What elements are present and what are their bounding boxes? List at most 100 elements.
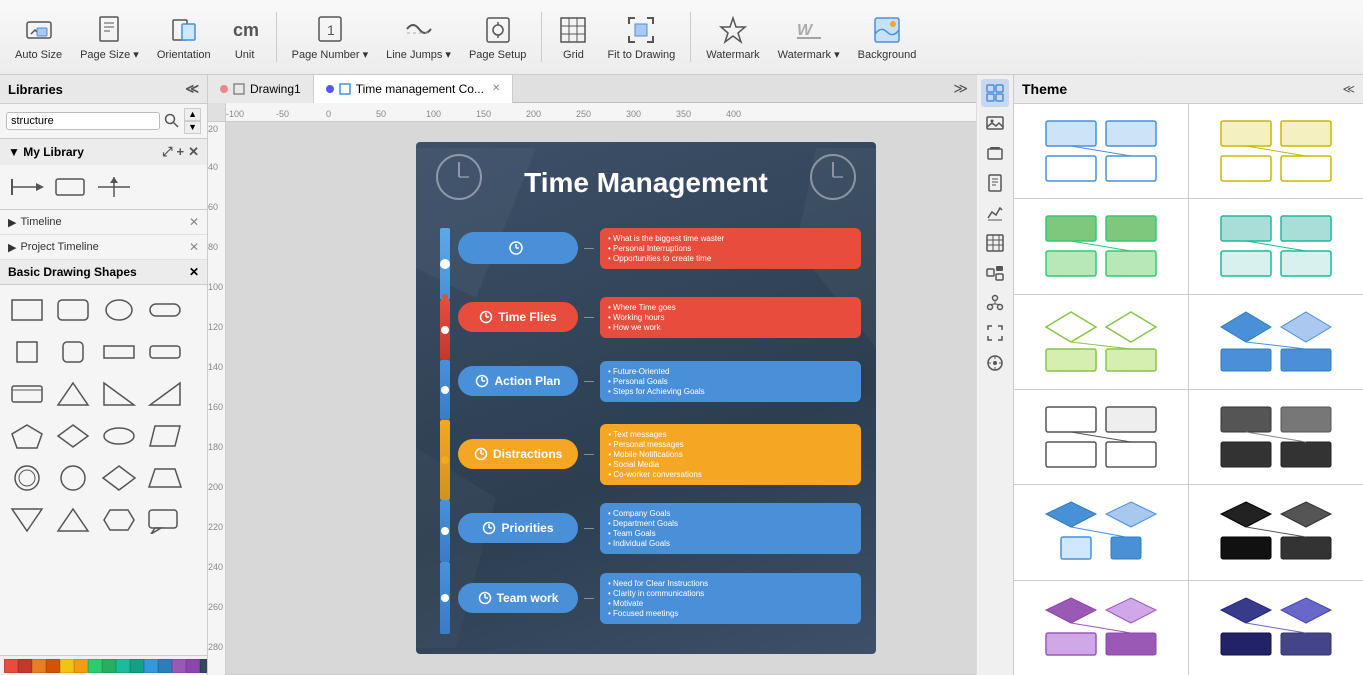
theme-8[interactable] — [1189, 390, 1363, 484]
shape-rectangle[interactable] — [6, 291, 48, 329]
diagram-row-4[interactable]: Distractions • Text messages • Personal … — [458, 416, 861, 492]
orientation-button[interactable]: Orientation — [150, 5, 218, 69]
shape-banner[interactable] — [6, 375, 48, 413]
my-library-close-button[interactable]: ✕ — [188, 144, 199, 160]
layers-panel-icon[interactable] — [981, 139, 1009, 167]
diagram-row-6[interactable]: Team work • Need for Clear Instructions … — [458, 564, 861, 632]
tab-expand-button[interactable]: ≫ — [945, 80, 976, 97]
unit-button[interactable]: cm Unit — [222, 5, 268, 69]
table-panel-icon[interactable] — [981, 229, 1009, 257]
timeline-close-button[interactable]: ✕ — [189, 215, 199, 229]
color-dark-red[interactable] — [18, 659, 32, 673]
color-dark-blue[interactable] — [158, 659, 172, 673]
color-yellow[interactable] — [60, 659, 74, 673]
fit-to-drawing-button[interactable]: Fit to Drawing — [600, 5, 682, 69]
diagram-row-2[interactable]: Time Flies • Where Time goes • Working h… — [458, 288, 861, 346]
timeline-section[interactable]: ▶ Timeline ✕ — [0, 210, 207, 235]
shape-callout[interactable] — [144, 501, 186, 539]
tab-close-button[interactable]: ✕ — [492, 83, 500, 94]
my-library-shape-2[interactable] — [52, 173, 88, 201]
auto-size-button[interactable]: Auto Size — [8, 5, 69, 69]
theme-12[interactable] — [1189, 581, 1363, 675]
my-library-shape-1[interactable] — [8, 173, 44, 201]
time-management-diagram[interactable]: Time Management — [416, 142, 876, 654]
color-red[interactable] — [4, 659, 18, 673]
color-green[interactable] — [88, 659, 102, 673]
theme-9[interactable] — [1014, 485, 1188, 579]
page-setup-button[interactable]: Page Setup — [462, 5, 534, 69]
shape-left-triangle[interactable] — [144, 375, 186, 413]
collapse-libraries-button[interactable]: ≪ — [185, 81, 199, 97]
color-navy[interactable] — [200, 659, 208, 673]
theme-5[interactable] — [1014, 295, 1188, 389]
theme-1[interactable] — [1014, 104, 1188, 198]
color-teal[interactable] — [116, 659, 130, 673]
color-blue[interactable] — [144, 659, 158, 673]
color-purple[interactable] — [172, 659, 186, 673]
shape-rounded-wide[interactable] — [144, 333, 186, 371]
scroll-up-button[interactable]: ▲ — [184, 108, 201, 121]
basic-shapes-close-button[interactable]: ✕ — [189, 265, 199, 279]
theme-7[interactable] — [1014, 390, 1188, 484]
shape-stadium[interactable] — [144, 291, 186, 329]
theme-6[interactable] — [1189, 295, 1363, 389]
shape-double-circle[interactable] — [6, 459, 48, 497]
page-size-button[interactable]: Page Size ▾ — [73, 5, 146, 69]
theme-2[interactable] — [1189, 104, 1363, 198]
shape-circle2[interactable] — [52, 459, 94, 497]
theme-10[interactable] — [1189, 485, 1363, 579]
shape-rhombus[interactable] — [98, 459, 140, 497]
my-library-add-button[interactable]: + — [177, 144, 185, 160]
snap-panel-icon[interactable] — [981, 349, 1009, 377]
color-orange[interactable] — [32, 659, 46, 673]
my-library-header[interactable]: ▼ My Library ⤢ + ✕ — [0, 139, 207, 165]
color-dark-purple[interactable] — [186, 659, 200, 673]
component-panel-icon[interactable] — [981, 259, 1009, 287]
effects-button[interactable]: Watermark — [699, 5, 766, 69]
shape-triangle[interactable] — [52, 375, 94, 413]
shape-up-triangle[interactable] — [6, 501, 48, 539]
diagram-row-1[interactable]: • What is the biggest time waster • Pers… — [458, 214, 861, 282]
shape-wide-rect[interactable] — [98, 333, 140, 371]
line-jumps-button[interactable]: Line Jumps ▾ — [379, 5, 458, 69]
group-panel-icon[interactable] — [981, 289, 1009, 317]
image-panel-icon[interactable] — [981, 109, 1009, 137]
canvas[interactable]: Time Management — [226, 122, 976, 675]
shape-ellipse[interactable] — [98, 417, 140, 455]
color-dark-teal[interactable] — [130, 659, 144, 673]
color-dark-orange[interactable] — [46, 659, 60, 673]
watermark-button[interactable]: W Watermark ▾ — [771, 5, 847, 69]
shape-diamond[interactable] — [52, 417, 94, 455]
analytics-panel-icon[interactable] — [981, 199, 1009, 227]
shape-square[interactable] — [6, 333, 48, 371]
shape-hexagon[interactable] — [98, 501, 140, 539]
scroll-down-button[interactable]: ▼ — [184, 121, 201, 134]
theme-11[interactable] — [1014, 581, 1188, 675]
shape-parallelogram[interactable] — [144, 417, 186, 455]
shape-rounded-rect[interactable] — [52, 291, 94, 329]
my-library-shape-3[interactable] — [96, 173, 132, 201]
shape-down-triangle[interactable] — [52, 501, 94, 539]
my-library-export-button[interactable]: ⤢ — [162, 144, 172, 160]
shape-right-triangle[interactable] — [98, 375, 140, 413]
theme-panel-icon[interactable] — [981, 79, 1009, 107]
theme-expand-button[interactable]: ≪ — [1342, 82, 1355, 96]
tab-drawing1[interactable]: Drawing1 — [208, 75, 314, 103]
search-input[interactable] — [6, 112, 160, 130]
theme-3[interactable] — [1014, 199, 1188, 293]
diagram-row-3[interactable]: Action Plan • Future-Oriented • Personal… — [458, 352, 861, 410]
theme-4[interactable] — [1189, 199, 1363, 293]
document-panel-icon[interactable] — [981, 169, 1009, 197]
shape-trapezoid[interactable] — [144, 459, 186, 497]
shape-pentagon[interactable] — [6, 417, 48, 455]
grid-button[interactable]: Grid — [550, 5, 596, 69]
search-icon[interactable] — [164, 113, 180, 129]
diagram-row-5[interactable]: Priorities • Company Goals • Department … — [458, 498, 861, 558]
color-dark-green[interactable] — [102, 659, 116, 673]
page-number-button[interactable]: 1 Page Number ▾ — [285, 5, 375, 69]
tab-time-management[interactable]: Time management Co... ✕ — [314, 75, 514, 103]
shape-circle[interactable] — [98, 291, 140, 329]
basic-shapes-header[interactable]: Basic Drawing Shapes ✕ — [0, 260, 207, 285]
shape-rounded-square[interactable] — [52, 333, 94, 371]
project-timeline-close-button[interactable]: ✕ — [189, 240, 199, 254]
